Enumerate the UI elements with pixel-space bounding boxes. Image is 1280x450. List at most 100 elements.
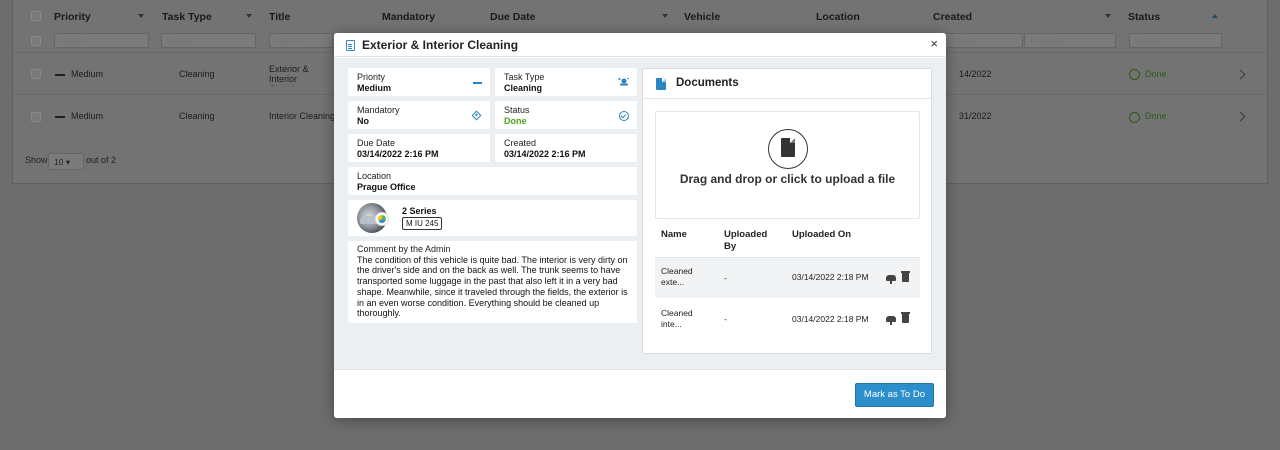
column-created[interactable]: Created <box>933 11 972 23</box>
row-created: 31/2022 <box>959 111 992 121</box>
task-details-modal: Exterior & Interior Cleaning × Priority … <box>334 33 946 418</box>
status-value: Done <box>504 116 527 126</box>
pager-total: out of 2 <box>86 155 117 165</box>
task-type-filter-input[interactable] <box>161 33 256 48</box>
created-value: 03/14/2022 2:16 PM <box>504 149 586 159</box>
sort-caret-icon[interactable] <box>662 14 668 18</box>
documents-table-header: Name Uploaded By Uploaded On <box>655 224 920 258</box>
column-due-date[interactable]: Due Date <box>490 11 536 23</box>
file-name: Cleaned inte... <box>661 308 693 329</box>
status-label: Status <box>504 105 530 115</box>
modal-body: Priority Medium Task Type Cleaning Manda… <box>334 58 946 369</box>
done-check-icon <box>1129 69 1140 80</box>
mandatory-value: No <box>357 116 369 126</box>
file-upload-circle <box>768 129 808 169</box>
document-icon <box>656 78 666 90</box>
table-header: Priority Task Type Title Mandatory Due D… <box>13 0 1267 34</box>
comment-text: The condition of this vehicle is quite b… <box>357 254 628 319</box>
created-start-date-input[interactable] <box>933 33 1023 48</box>
status-field: Status Done <box>495 101 637 129</box>
column-location[interactable]: Location <box>816 11 860 23</box>
chevron-right-icon[interactable] <box>1235 69 1246 80</box>
due-date-label: Due Date <box>357 138 396 148</box>
cleaning-icon <box>618 77 629 86</box>
column-name: Name <box>661 229 687 240</box>
priority-dash-icon <box>55 74 65 76</box>
modal-footer: Mark as To Do <box>334 369 946 418</box>
cloud-upload-icon[interactable] <box>886 274 896 284</box>
location-label: Location <box>357 171 392 181</box>
admin-comment: Comment by the Admin The condition of th… <box>348 241 637 323</box>
column-uploaded-on: Uploaded On <box>792 229 852 240</box>
row-task-type: Cleaning <box>179 111 215 121</box>
due-date-value: 03/14/2022 2:16 PM <box>357 149 439 159</box>
dash-icon <box>473 82 482 84</box>
dropzone-text: Drag and drop or click to upload a file <box>679 172 896 186</box>
row-checkbox[interactable] <box>31 112 41 122</box>
file-uploaded-by: - <box>724 314 727 324</box>
modal-header: Exterior & Interior Cleaning × <box>334 33 946 57</box>
column-task-type[interactable]: Task Type <box>162 11 212 23</box>
row-checkbox[interactable] <box>31 69 41 79</box>
title-filter-input[interactable] <box>269 33 333 48</box>
documents-title: Documents <box>676 77 739 89</box>
row-created: 14/2022 <box>959 69 992 79</box>
sort-caret-icon[interactable] <box>1105 14 1111 18</box>
column-uploaded-by: Uploaded By <box>724 229 768 252</box>
priority-filter-input[interactable] <box>54 33 149 48</box>
close-icon[interactable]: × <box>930 37 938 51</box>
table-row: Cleaned inte... - 03/14/2022 2:18 PM <box>655 299 920 340</box>
row-title: Exterior & Interior Cleaning <box>269 64 309 86</box>
documents-table: Name Uploaded By Uploaded On Cleaned ext… <box>655 224 920 340</box>
sort-caret-icon[interactable] <box>246 14 252 18</box>
column-priority[interactable]: Priority <box>54 11 91 23</box>
comment-heading: Comment by the Admin <box>357 244 451 254</box>
page-size-select[interactable]: 10 ▾ <box>48 153 84 170</box>
row-status: Done <box>1145 69 1167 79</box>
diamond-icon <box>471 110 482 121</box>
file-dropzone[interactable]: Drag and drop or click to upload a file <box>655 111 920 219</box>
mandatory-label: Mandatory <box>357 105 400 115</box>
cloud-upload-icon[interactable] <box>886 315 896 325</box>
file-uploaded-on: 03/14/2022 2:18 PM <box>792 314 869 324</box>
mark-as-todo-button[interactable]: Mark as To Do <box>854 383 934 407</box>
mandatory-field: Mandatory No <box>348 101 490 129</box>
document-icon <box>346 40 355 51</box>
chevron-right-icon[interactable] <box>1235 111 1246 122</box>
trash-icon[interactable] <box>901 271 910 282</box>
sort-caret-icon[interactable] <box>138 14 144 18</box>
task-type-value: Cleaning <box>504 83 543 93</box>
location-value: Prague Office <box>357 182 416 192</box>
created-field: Created 03/14/2022 2:16 PM <box>495 134 637 162</box>
task-type-label: Task Type <box>504 72 545 82</box>
select-all-checkbox[interactable] <box>31 11 41 21</box>
file-uploaded-by: - <box>724 273 727 283</box>
file-icon <box>781 138 795 157</box>
vehicle-card[interactable]: 2 Series M IU 245 <box>348 200 637 236</box>
column-mandatory[interactable]: Mandatory <box>382 11 435 23</box>
column-status[interactable]: Status <box>1128 11 1160 23</box>
documents-header: Documents <box>643 69 931 99</box>
trash-icon[interactable] <box>901 312 910 323</box>
priority-label: Priority <box>357 72 386 82</box>
row-priority: Medium <box>71 111 104 121</box>
location-field: Location Prague Office <box>348 167 637 195</box>
row-title: Interior Cleaning <box>269 111 335 121</box>
table-row: Cleaned exte... - 03/14/2022 2:18 PM <box>655 258 920 299</box>
done-check-icon <box>1129 112 1140 123</box>
row-priority: Medium <box>71 69 104 79</box>
priority-value: Medium <box>357 83 392 93</box>
task-type-field: Task Type Cleaning <box>495 68 637 96</box>
check-circle-icon <box>619 111 629 121</box>
documents-panel: Documents Drag and drop or click to uplo… <box>642 68 932 354</box>
page-size-value: 10 <box>54 157 64 167</box>
column-vehicle[interactable]: Vehicle <box>684 11 720 23</box>
row-task-type: Cleaning <box>179 69 215 79</box>
priority-field: Priority Medium <box>348 68 490 96</box>
status-filter-input[interactable] <box>1129 33 1222 48</box>
column-title[interactable]: Title <box>269 11 290 23</box>
created-label: Created <box>504 138 537 148</box>
pager-show-label: Show <box>25 155 48 165</box>
created-end-date-input[interactable] <box>1024 33 1116 48</box>
sort-caret-up-icon[interactable] <box>1212 14 1218 18</box>
